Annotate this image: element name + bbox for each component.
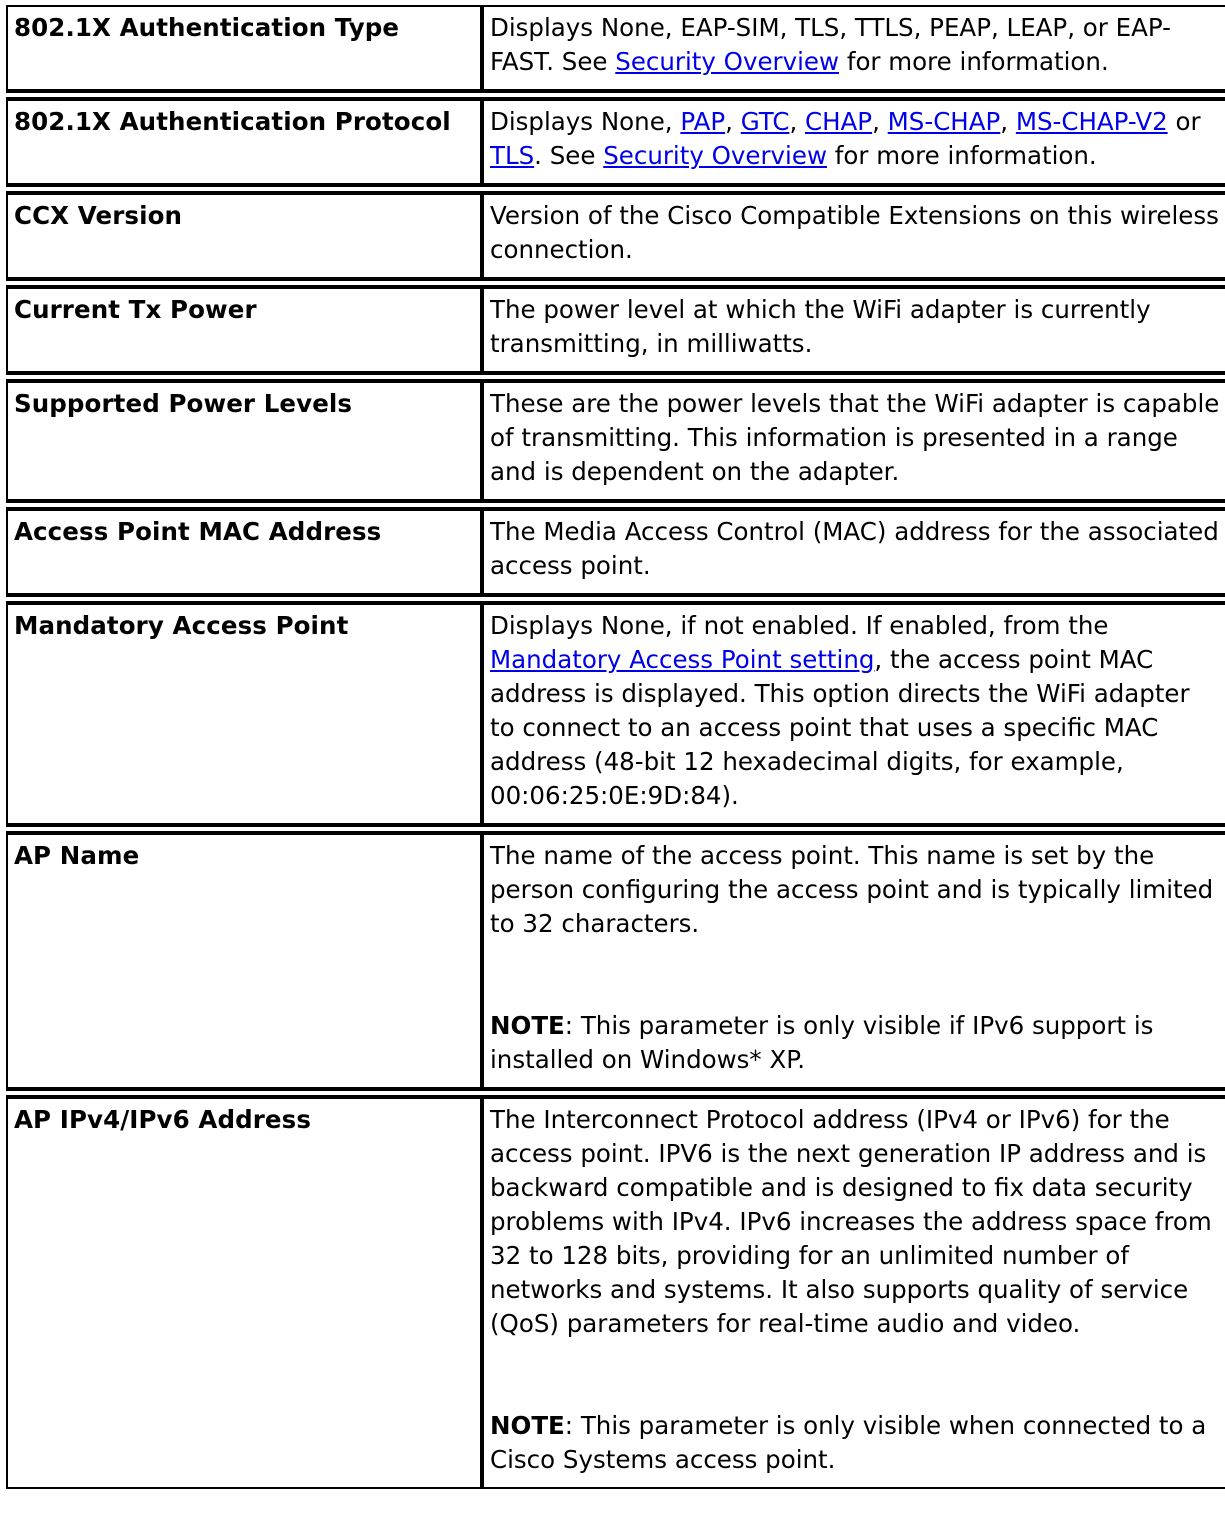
parameter-description-cell: Displays None, EAP-SIM, TLS, TTLS, PEAP,… [482,5,1225,91]
description-text: for more information. [826,141,1097,170]
parameter-description-cell: Displays None, PAP, GTC, CHAP, MS-CHAP, … [482,99,1225,185]
table-row: 802.1X Authentication Type Displays None,… [6,5,1225,91]
doc-link[interactable]: TLS [490,141,534,170]
row-spacer-cell [482,279,1225,287]
note-label: NOTE [490,1011,565,1040]
row-spacer-cell [6,1089,482,1097]
parameter-description-cell: The Interconnect Protocol address (IPv4 … [482,1097,1225,1489]
row-spacer-cell [6,91,482,99]
row-spacer [6,501,1225,509]
description-text: Displays None, [490,107,681,136]
parameter-name-cell: 802.1X Authentication Type [6,5,482,91]
parameter-name-cell: Current Tx Power [6,287,482,373]
description-text: , [872,107,888,136]
doc-link[interactable]: GTC [741,107,790,136]
table-body: 802.1X Authentication Type Displays None,… [6,5,1225,1489]
row-spacer [6,825,1225,833]
table-row: 802.1X Authentication Protocol Displays N… [6,99,1225,185]
row-spacer-cell [6,501,482,509]
parameter-name-cell: Access Point MAC Address [6,509,482,595]
parameter-description-table: 802.1X Authentication Type Displays None,… [6,5,1225,1489]
description-text: . See [534,141,604,170]
description-text: Displays None, if not enabled. If enable… [490,611,1109,640]
note-label: NOTE [490,1411,565,1440]
row-spacer-cell [482,373,1225,381]
description-text: The name of the access point. This name … [490,841,1214,938]
description-text: for more information. [839,47,1109,76]
row-spacer [6,595,1225,603]
parameter-description-cell: Displays None, if not enabled. If enable… [482,603,1225,825]
parameter-name-cell: Supported Power Levels [6,381,482,501]
table-row: Access Point MAC Address The Media Access… [6,509,1225,595]
description-text: or [1167,107,1201,136]
row-spacer [6,373,1225,381]
paragraph-break [490,975,1221,1009]
parameter-description-cell: The name of the access point. This name … [482,833,1225,1089]
doc-link[interactable]: PAP [680,107,725,136]
row-spacer-cell [482,185,1225,193]
row-spacer [6,1089,1225,1097]
parameter-name-cell: AP IPv4/IPv6 Address [6,1097,482,1489]
description-text: , [725,107,741,136]
description-text: , [1000,107,1016,136]
table-row: AP Name The name of the access point. Thi… [6,833,1225,1089]
row-spacer [6,185,1225,193]
paragraph-break [490,941,1221,975]
paragraph-break [490,1341,1221,1375]
table-row: AP IPv4/IPv6 Address The Interconnect Pro… [6,1097,1225,1489]
row-spacer [6,91,1225,99]
parameter-name-cell: AP Name [6,833,482,1089]
description-text: These are the power levels that the WiFi… [490,389,1220,486]
description-text: The Media Access Control (MAC) address f… [490,517,1219,580]
parameter-description-cell: Version of the Cisco Compatible Extensio… [482,193,1225,279]
parameter-name-cell: CCX Version [6,193,482,279]
doc-link[interactable]: Security Overview [603,141,827,170]
parameter-description-cell: The power level at which the WiFi adapte… [482,287,1225,373]
doc-link[interactable]: Security Overview [615,47,839,76]
table-row: Current Tx Power The power level at which… [6,287,1225,373]
doc-link[interactable]: CHAP [805,107,872,136]
parameter-description-cell: These are the power levels that the WiFi… [482,381,1225,501]
row-spacer [6,279,1225,287]
description-text: : This parameter is only visible if IPv6… [490,1011,1154,1074]
parameter-description-cell: The Media Access Control (MAC) address f… [482,509,1225,595]
doc-link[interactable]: MS-CHAP-V2 [1016,107,1168,136]
row-spacer-cell [482,825,1225,833]
row-spacer-cell [482,91,1225,99]
row-spacer-cell [6,595,482,603]
description-text: The Interconnect Protocol address (IPv4 … [490,1105,1212,1338]
row-spacer-cell [6,279,482,287]
row-spacer-cell [482,501,1225,509]
description-text: , [789,107,806,136]
row-spacer-cell [6,185,482,193]
doc-link[interactable]: Mandatory Access Point setting [490,645,874,674]
parameter-name-cell: Mandatory Access Point [6,603,482,825]
table-row: CCX Version Version of the Cisco Compatib… [6,193,1225,279]
document-page: 802.1X Authentication Type Displays None,… [0,0,1225,1521]
description-text: Version of the Cisco Compatible Extensio… [490,201,1219,264]
row-spacer-cell [482,1089,1225,1097]
row-spacer-cell [6,825,482,833]
description-text: The power level at which the WiFi adapte… [490,295,1151,358]
description-text: : This parameter is only visible when co… [490,1411,1207,1474]
table-row: Mandatory Access Point Displays None, if … [6,603,1225,825]
paragraph-break [490,1375,1221,1409]
table-row: Supported Power Levels These are the powe… [6,381,1225,501]
row-spacer-cell [6,373,482,381]
doc-link[interactable]: MS-CHAP [888,107,1001,136]
parameter-name-cell: 802.1X Authentication Protocol [6,99,482,185]
row-spacer-cell [482,595,1225,603]
